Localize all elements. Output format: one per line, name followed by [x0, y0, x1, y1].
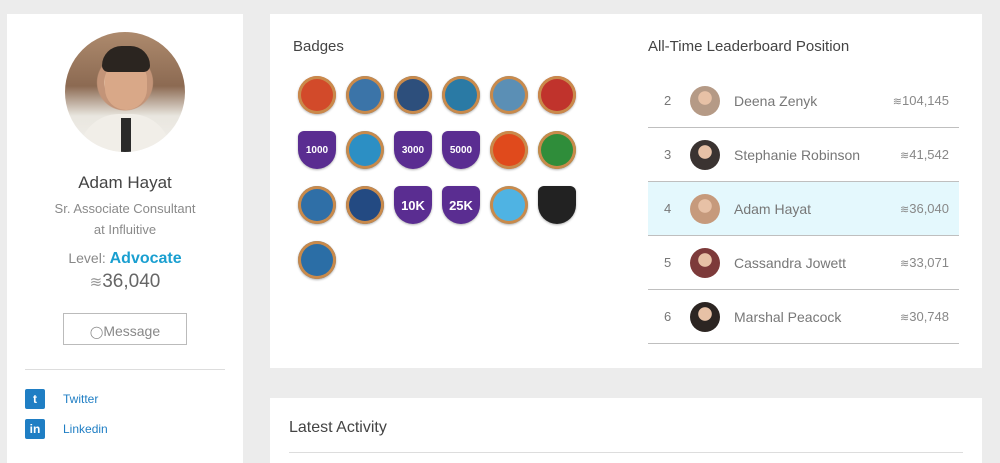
- leaderboard-name[interactable]: Cassandra Jowett: [734, 255, 900, 271]
- leaderboard-rank: 6: [664, 309, 672, 324]
- ring-badge-icon[interactable]: [346, 131, 384, 169]
- level-value[interactable]: Advocate: [110, 250, 182, 267]
- badges-title: Badges: [293, 38, 344, 55]
- leaderboard-rank: 5: [664, 255, 672, 270]
- leaderboard-name[interactable]: Marshal Peacock: [734, 309, 900, 325]
- leaderboard-row[interactable]: 5 Cassandra Jowett ≋33,071: [648, 236, 959, 290]
- social-link-twitter[interactable]: t Twitter: [25, 388, 243, 410]
- leaderboard-rank: 2: [664, 93, 672, 108]
- points-icon: ≋: [900, 258, 910, 270]
- 25k-badge-icon[interactable]: 25K: [442, 186, 480, 224]
- leaderboard-name[interactable]: Adam Hayat: [734, 201, 900, 217]
- leaderboard-points: ≋36,040: [900, 201, 949, 216]
- graduate-badge-icon[interactable]: [346, 186, 384, 224]
- leaderboard-avatar[interactable]: [690, 247, 720, 278]
- trophy-badge-icon[interactable]: [490, 76, 528, 114]
- points-icon: ≋: [900, 204, 910, 216]
- trophy-gold-badge-icon[interactable]: [298, 241, 336, 279]
- chat-bubble-icon: ◯: [89, 325, 104, 339]
- message-button-label: Message: [103, 323, 161, 339]
- cake-badge-icon[interactable]: [298, 186, 336, 224]
- leaderboard-row[interactable]: 4 Adam Hayat ≋36,040: [648, 182, 959, 236]
- profile-name: Adam Hayat: [78, 173, 172, 192]
- 10k-badge-icon[interactable]: 10K: [394, 186, 432, 224]
- social-link-label: Twitter: [63, 392, 99, 406]
- medal-badge-icon[interactable]: [442, 76, 480, 114]
- 1000-badge-icon[interactable]: 1000: [298, 131, 336, 169]
- people-badge-icon[interactable]: [538, 76, 576, 114]
- 3000-badge-icon[interactable]: 3000: [394, 131, 432, 169]
- profile-level: Level: Advocate: [7, 250, 243, 268]
- points-icon: ≋: [900, 150, 910, 162]
- message-button[interactable]: ◯Message: [63, 313, 187, 345]
- twitter-icon: t: [25, 389, 45, 409]
- latest-activity-title: Latest Activity: [289, 419, 387, 436]
- leaderboard-avatar[interactable]: [690, 85, 720, 116]
- pen-badge-icon[interactable]: [298, 76, 336, 114]
- leaderboard-rank: 3: [664, 147, 672, 162]
- profile-title: Sr. Associate Consultant at Influitive: [7, 198, 243, 240]
- profile-points: ≋36,040: [7, 271, 243, 293]
- points-icon: ≋: [900, 312, 910, 324]
- leaderboard-name[interactable]: Stephanie Robinson: [734, 147, 900, 163]
- leaderboard-avatar[interactable]: [690, 193, 720, 224]
- profile-divider: [25, 369, 225, 370]
- linkedin-icon: in: [25, 419, 45, 439]
- bottle-badge-icon[interactable]: [346, 76, 384, 114]
- profile-avatar: [65, 32, 185, 152]
- profile-title-line2: at Influitive: [93, 222, 157, 237]
- leaderboard-points: ≋33,071: [900, 255, 949, 270]
- social-link-linkedin[interactable]: in Linkedin: [25, 418, 243, 440]
- tree-badge-icon[interactable]: [538, 131, 576, 169]
- activity-divider: [289, 452, 963, 453]
- trophy-wreath-badge-icon[interactable]: [394, 76, 432, 114]
- dice-badge-icon[interactable]: [538, 186, 576, 224]
- leaderboard-points: ≋30,748: [900, 309, 949, 324]
- latest-activity-card: Latest Activity: [270, 398, 982, 463]
- social-link-label: Linkedin: [63, 422, 108, 436]
- leaderboard-row[interactable]: 6 Marshal Peacock ≋30,748: [648, 290, 959, 344]
- leaderboard-title: All-Time Leaderboard Position: [648, 38, 850, 55]
- points-icon: ≋: [89, 274, 103, 291]
- leaderboard-avatar[interactable]: [690, 301, 720, 332]
- social-links: t Twitter in Linkedin: [25, 388, 243, 440]
- leaderboard-avatar[interactable]: [690, 139, 720, 170]
- leaderboard-name[interactable]: Deena Zenyk: [734, 93, 893, 109]
- points-icon: ≋: [892, 96, 902, 108]
- gold-trophy-badge-icon[interactable]: [490, 186, 528, 224]
- profile-points-value: 36,040: [102, 271, 161, 292]
- leaderboard-row[interactable]: 2 Deena Zenyk ≋104,145: [648, 74, 959, 128]
- badges-grid: 1000 3000 5000 10K 25K: [298, 76, 588, 296]
- leaderboard-rank: 4: [664, 201, 672, 216]
- leaderboard-list: 2 Deena Zenyk ≋104,145 3 Stephanie Robinson ≋…: [648, 74, 959, 344]
- building-badge-icon[interactable]: [490, 131, 528, 169]
- profile-title-line1: Sr. Associate Consultant: [54, 201, 196, 216]
- 5000-badge-icon[interactable]: 5000: [442, 131, 480, 169]
- leaderboard-points: ≋41,542: [900, 147, 949, 162]
- badges-leaderboard-card: Badges 1000 3000 5000 10K 25K All-Time Leade…: [270, 14, 982, 368]
- profile-card: Adam Hayat Sr. Associate Consultant at I…: [7, 14, 243, 463]
- leaderboard-points: ≋104,145: [892, 93, 949, 108]
- level-label: Level:: [68, 250, 106, 266]
- leaderboard-row[interactable]: 3 Stephanie Robinson ≋41,542: [648, 128, 959, 182]
